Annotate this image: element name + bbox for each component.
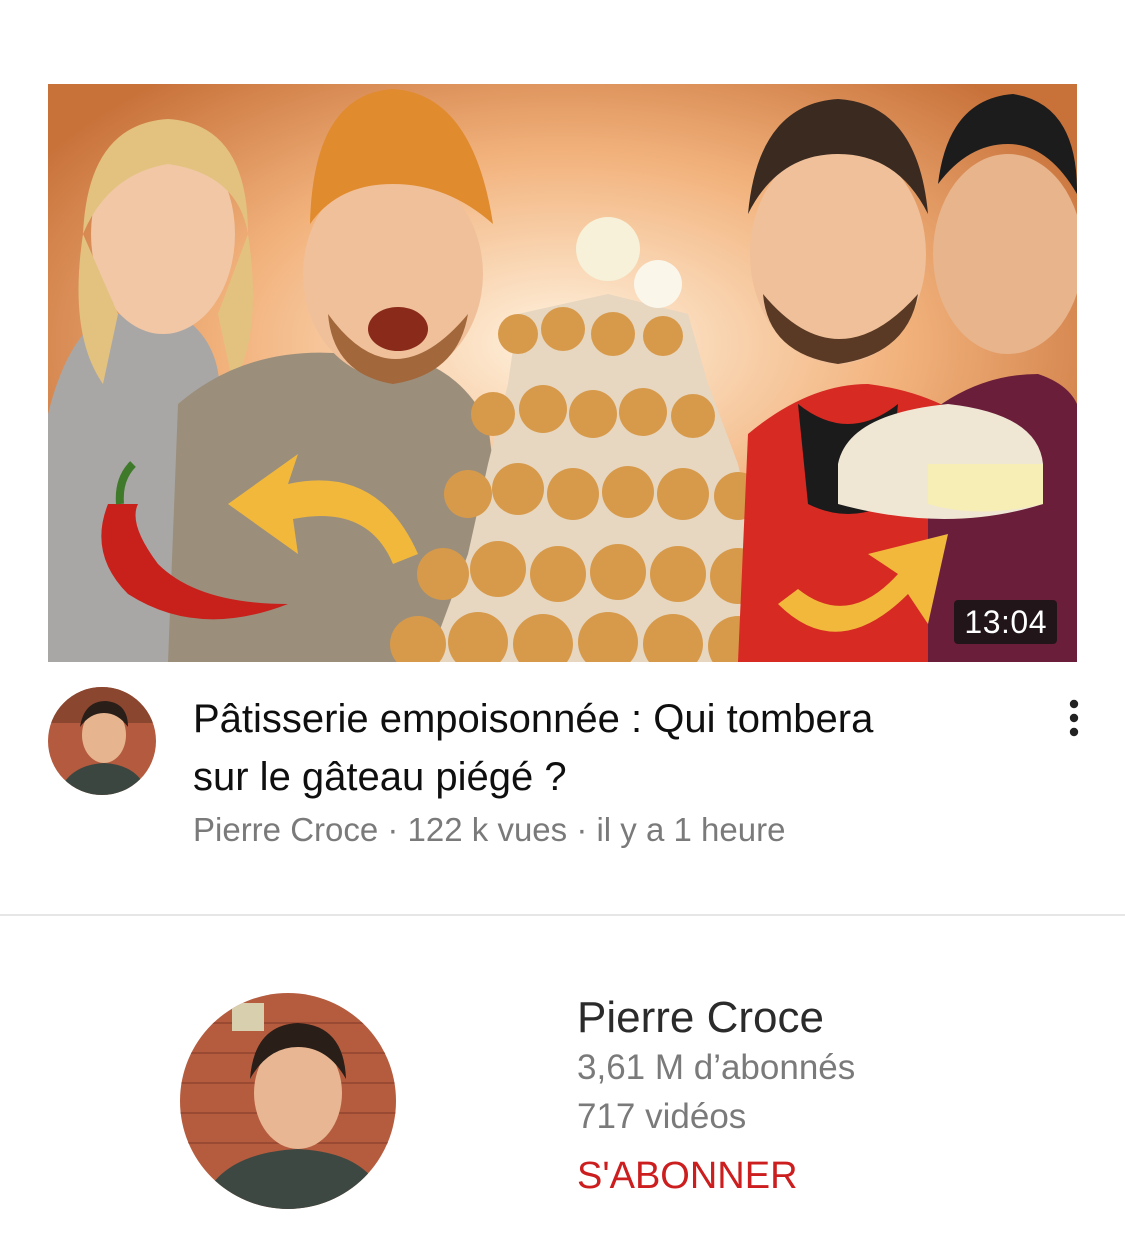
- video-thumbnail[interactable]: 13:04: [48, 84, 1077, 662]
- thumbnail-image: [48, 84, 1077, 662]
- video-title-line-2: sur le gâteau piégé ?: [193, 755, 567, 799]
- video-title[interactable]: Pâtisserie empoisonnée : Qui tombera sur…: [193, 690, 1023, 806]
- avatar-image: [48, 687, 156, 795]
- video-count: 717 vidéos: [577, 1097, 747, 1136]
- video-duration-badge: 13:04: [954, 600, 1057, 644]
- section-divider: [0, 914, 1125, 916]
- channel-avatar[interactable]: [48, 687, 156, 795]
- subscribe-button[interactable]: S'ABONNER: [577, 1153, 798, 1199]
- channel-avatar-large[interactable]: [180, 993, 396, 1209]
- channel-name[interactable]: Pierre Croce: [577, 993, 824, 1043]
- video-meta: Pierre Croce · 122 k vues · il y a 1 heu…: [193, 811, 786, 848]
- video-title-line-1: Pâtisserie empoisonnée : Qui tombera: [193, 697, 874, 741]
- more-vert-icon: [1069, 699, 1079, 737]
- subscriber-count: 3,61 M d’abonnés: [577, 1048, 856, 1087]
- avatar-image-large: [180, 993, 396, 1209]
- more-options-button[interactable]: [1052, 696, 1096, 740]
